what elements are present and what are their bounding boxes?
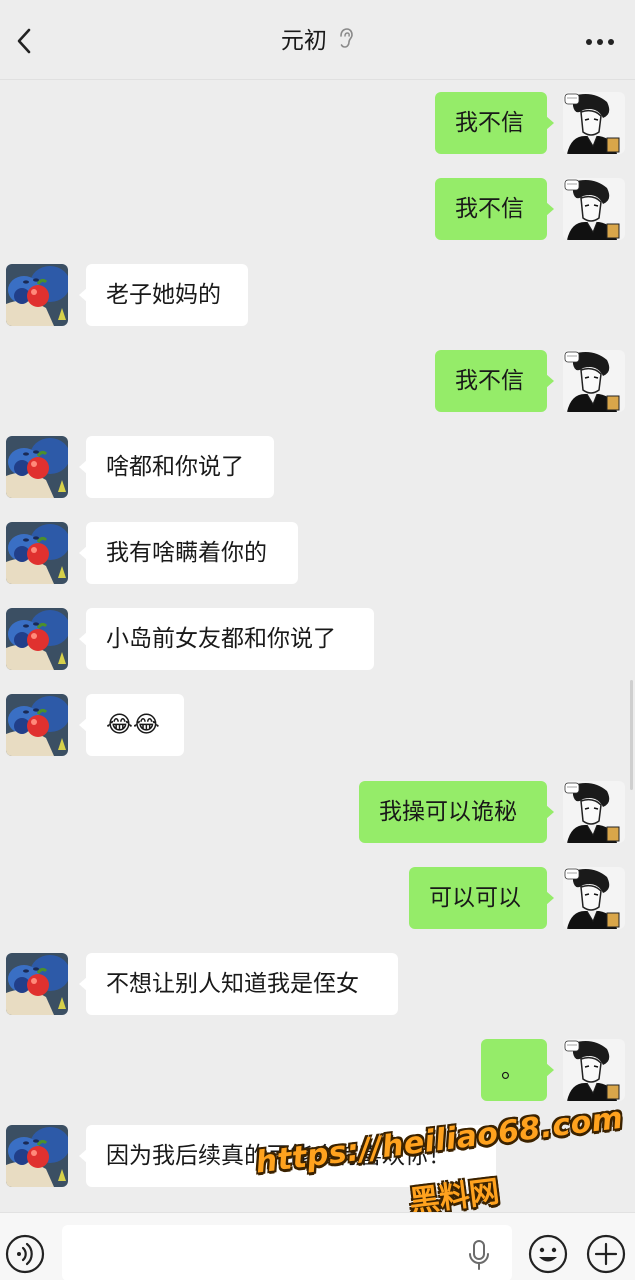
more-functions-button[interactable] — [585, 1233, 627, 1275]
my-avatar[interactable] — [563, 867, 625, 929]
message-bubble[interactable]: 我不信 — [435, 178, 554, 240]
contact-avatar[interactable] — [6, 436, 68, 498]
message-bubble[interactable]: 我操可以诡秘 — [359, 781, 554, 843]
message-bubble[interactable]: 不想让别人知道我是侄女 — [79, 953, 398, 1015]
my-avatar[interactable] — [563, 781, 625, 843]
my-avatar[interactable] — [563, 350, 625, 412]
contact-avatar[interactable] — [6, 608, 68, 670]
message-bubble[interactable]: 我有啥瞒着你的 — [79, 522, 298, 584]
message-bubble[interactable]: 可以可以 — [409, 867, 554, 929]
contact-avatar[interactable] — [6, 953, 68, 1015]
ear-icon — [338, 27, 354, 57]
my-avatar[interactable] — [563, 92, 625, 154]
contact-avatar[interactable] — [6, 264, 68, 326]
message-input[interactable] — [62, 1225, 512, 1280]
my-avatar[interactable] — [563, 1039, 625, 1101]
my-avatar[interactable] — [563, 178, 625, 240]
message-bubble[interactable]: 小岛前女友都和你说了 — [79, 608, 374, 670]
contact-avatar[interactable] — [6, 522, 68, 584]
message-bubble[interactable]: 老子她妈的 — [79, 264, 248, 326]
microphone-icon[interactable] — [466, 1239, 492, 1271]
message-bubble[interactable]: 我不信 — [435, 92, 554, 154]
contact-avatar[interactable] — [6, 694, 68, 756]
plus-icon — [586, 1234, 626, 1274]
more-options-button[interactable] — [585, 30, 615, 54]
voice-mode-icon — [5, 1234, 45, 1274]
emoji-icon — [528, 1234, 568, 1274]
message-bubble[interactable]: 。 — [481, 1039, 554, 1101]
message-bubble[interactable]: 我不信 — [435, 350, 554, 412]
chat-title: 元初 — [280, 28, 327, 54]
composer-bar — [0, 1212, 635, 1280]
message-bubble[interactable]: 😂😂 — [79, 694, 184, 756]
contact-avatar[interactable] — [6, 1125, 68, 1187]
ellipsis-icon — [586, 39, 614, 45]
emoji-button[interactable] — [527, 1233, 569, 1275]
scrollbar[interactable] — [630, 680, 633, 790]
message-bubble[interactable]: 因为我后续真的可能会有喜欢你！ — [79, 1125, 496, 1187]
message-bubble[interactable]: 啥都和你说了 — [79, 436, 274, 498]
chat-title-area: 元初 — [0, 26, 635, 57]
chat-header: 元初 — [0, 0, 635, 80]
voice-toggle-button[interactable] — [4, 1233, 46, 1275]
